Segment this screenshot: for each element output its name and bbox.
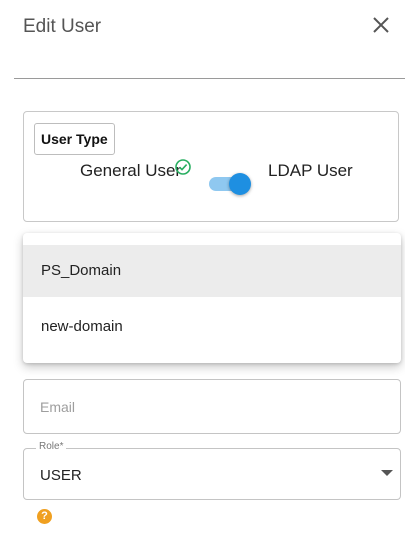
menu-item-ps-domain[interactable]: PS_Domain: [23, 245, 401, 297]
user-type-label: User Type: [34, 123, 115, 155]
domain-dropdown-menu: PS_Domain new-domain: [23, 233, 401, 363]
caret-down-icon[interactable]: [381, 470, 393, 476]
ldap-user-label: LDAP User: [268, 161, 353, 180]
close-button[interactable]: [369, 13, 393, 37]
role-label: Role*: [36, 441, 67, 452]
close-icon[interactable]: [369, 13, 393, 37]
dialog-title: Edit User: [23, 16, 102, 37]
check-circle-icon: [175, 159, 191, 175]
role-value: USER: [40, 467, 82, 484]
title-divider: [14, 78, 405, 79]
menu-item-new-domain[interactable]: new-domain: [23, 301, 401, 353]
help-icon[interactable]: ?: [37, 509, 52, 524]
email-field[interactable]: [23, 379, 401, 434]
user-type-toggle[interactable]: [229, 173, 251, 195]
general-user-label: General User: [80, 161, 182, 180]
